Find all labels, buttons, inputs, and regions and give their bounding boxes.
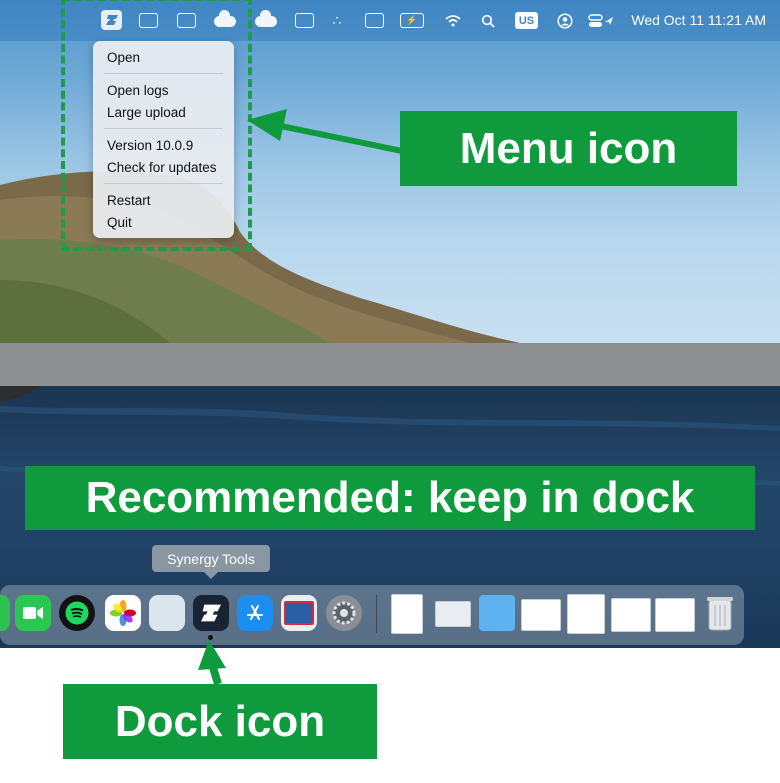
running-indicator	[208, 635, 213, 640]
dock	[0, 585, 744, 645]
facetime-app-icon[interactable]	[15, 595, 51, 631]
system-preferences-app-icon[interactable]	[326, 595, 362, 631]
recent-document-2[interactable]	[435, 601, 471, 627]
recommendation-banner: Recommended: keep in dock	[25, 466, 755, 530]
dock-tooltip: Synergy Tools	[152, 545, 270, 579]
preview-app-icon[interactable]	[149, 595, 185, 631]
messages-app-icon[interactable]	[0, 595, 10, 631]
spotify-app-icon[interactable]	[59, 595, 95, 631]
folder-icon[interactable]	[479, 595, 515, 631]
synergy-dock-icon[interactable]	[193, 595, 229, 631]
dock-separator	[376, 595, 377, 633]
panel-divider	[0, 343, 780, 386]
photos-app-icon[interactable]	[105, 595, 141, 631]
desktop-top-panel: ∴ ⚡ US Wed Oct 11 11:21 AM Open Open log…	[0, 0, 780, 343]
recent-document-5[interactable]	[611, 598, 651, 632]
trash-icon[interactable]	[702, 595, 738, 631]
remote-desktop-app-icon[interactable]	[281, 595, 317, 631]
recent-document-4[interactable]	[567, 594, 605, 634]
menu-icon-callout: Menu icon	[400, 111, 737, 186]
dock-icon-callout: Dock icon	[63, 684, 377, 759]
app-store-icon[interactable]	[237, 595, 273, 631]
recent-document-3[interactable]	[521, 599, 561, 631]
recent-document-1[interactable]	[391, 594, 423, 634]
desktop-bottom-panel: Recommended: keep in dock Synergy Tools	[0, 386, 780, 648]
recent-document-6[interactable]	[655, 598, 695, 632]
